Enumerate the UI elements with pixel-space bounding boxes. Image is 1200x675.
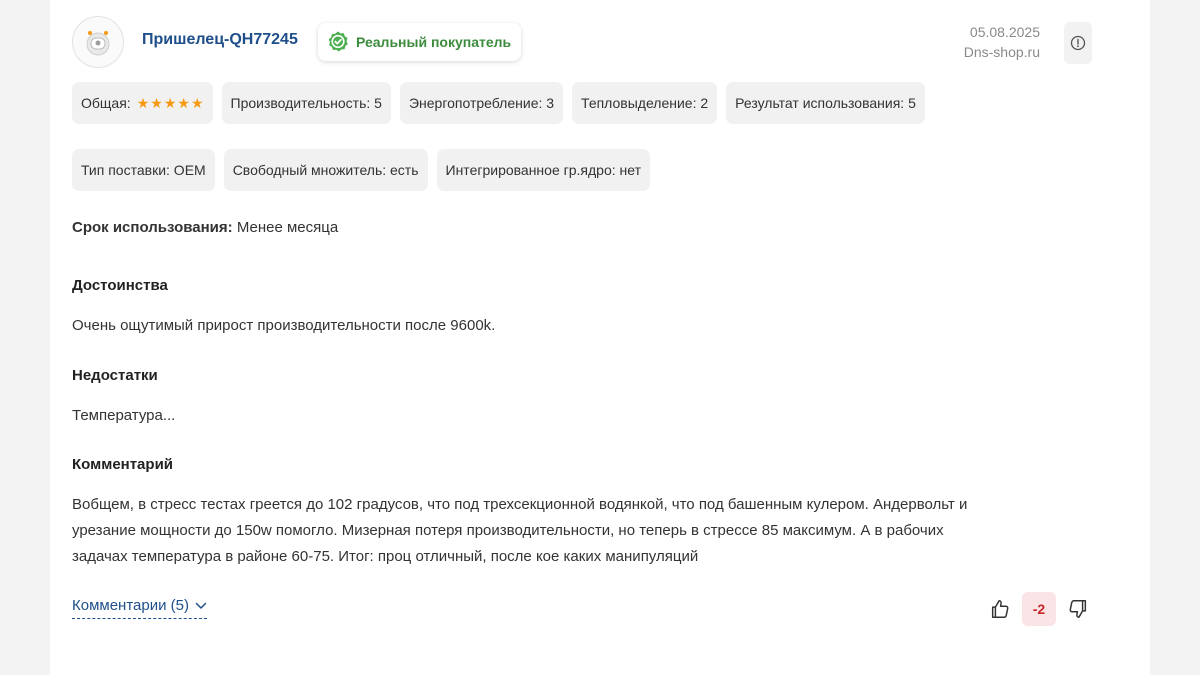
like-button[interactable]	[986, 593, 1014, 625]
usage-period-value: Менее месяца	[236, 219, 339, 236]
review-meta: 05.08.2025 Dns-shop.ru	[964, 22, 1040, 62]
rating-chip-heat: Тепловыделение: 2	[572, 82, 718, 124]
vote-controls: -2	[986, 592, 1092, 626]
chevron-down-icon	[195, 602, 207, 609]
comments-toggle-label: Комментарии (5)	[72, 597, 189, 614]
review-card: Пришелец-QH77245 Реальный покупатель 05.…	[50, 0, 1150, 675]
star-icon: ★	[177, 95, 190, 111]
spec-chip-delivery: Тип поставки: OEM	[72, 149, 215, 191]
rating-chips: Общая: ★ ★ ★ ★ ★ Производительность: 5 Энерг…	[72, 82, 925, 124]
review-source: Dns-shop.ru	[963, 44, 1040, 60]
review-header: Пришелец-QH77245 Реальный покупатель 05.…	[72, 16, 1092, 72]
comment-line: задачах температура в районе 60-75. Итог…	[72, 548, 699, 565]
robot-avatar-icon	[86, 31, 110, 56]
overall-rating-chip: Общая: ★ ★ ★ ★ ★	[72, 82, 213, 124]
spec-chips: Тип поставки: OEM Свободный множитель: е…	[72, 149, 650, 191]
usage-period-label: Срок использования:	[72, 219, 233, 236]
comment-line: урезание мощности до 150w помогло. Мизер…	[72, 522, 944, 539]
info-circle-icon	[1070, 35, 1086, 51]
review-date: 05.08.2025	[969, 24, 1040, 40]
verified-buyer-label: Реальный покупатель	[356, 34, 512, 50]
overall-rating-label: Общая:	[81, 95, 131, 111]
verified-check-icon	[328, 31, 348, 52]
pros-text: Очень ощутимый прирост производительност…	[72, 317, 496, 334]
username[interactable]: Пришелец-QH77245	[142, 31, 298, 49]
rating-chip-power: Энергопотребление: 3	[399, 82, 564, 124]
pros-title: Достоинства	[72, 277, 168, 294]
cons-title: Недостатки	[72, 367, 158, 384]
report-button[interactable]	[1064, 22, 1092, 64]
overall-rating-stars: ★ ★ ★ ★ ★	[137, 96, 204, 110]
comment-title: Комментарий	[72, 456, 174, 473]
rating-chip-result: Результат использования: 5	[726, 82, 925, 124]
star-icon: ★	[150, 95, 163, 111]
review-score: -2	[1022, 592, 1056, 626]
spec-chip-igpu: Интегрированное гр.ядро: нет	[436, 149, 650, 191]
comments-toggle[interactable]: Комментарии (5)	[72, 597, 207, 619]
rating-chip-performance: Производительность: 5	[221, 82, 391, 124]
dislike-button[interactable]	[1064, 593, 1092, 625]
thumbs-down-icon	[1069, 600, 1087, 618]
spec-chip-multiplier: Свободный множитель: есть	[223, 149, 428, 191]
avatar[interactable]	[72, 16, 124, 68]
comment-line: Вобщем, в стресс тестах греется до 102 г…	[72, 496, 968, 513]
star-icon: ★	[190, 95, 204, 111]
star-icon: ★	[136, 95, 150, 111]
verified-buyer-badge: Реальный покупатель	[318, 23, 522, 61]
thumbs-up-icon	[991, 600, 1009, 618]
cons-text: Температура...	[72, 407, 176, 424]
comment-text: Вобщем, в стресс тестах греется до 102 г…	[72, 492, 967, 570]
star-icon: ★	[163, 95, 177, 111]
usage-period: Срок использования: Менее месяца	[72, 219, 338, 236]
